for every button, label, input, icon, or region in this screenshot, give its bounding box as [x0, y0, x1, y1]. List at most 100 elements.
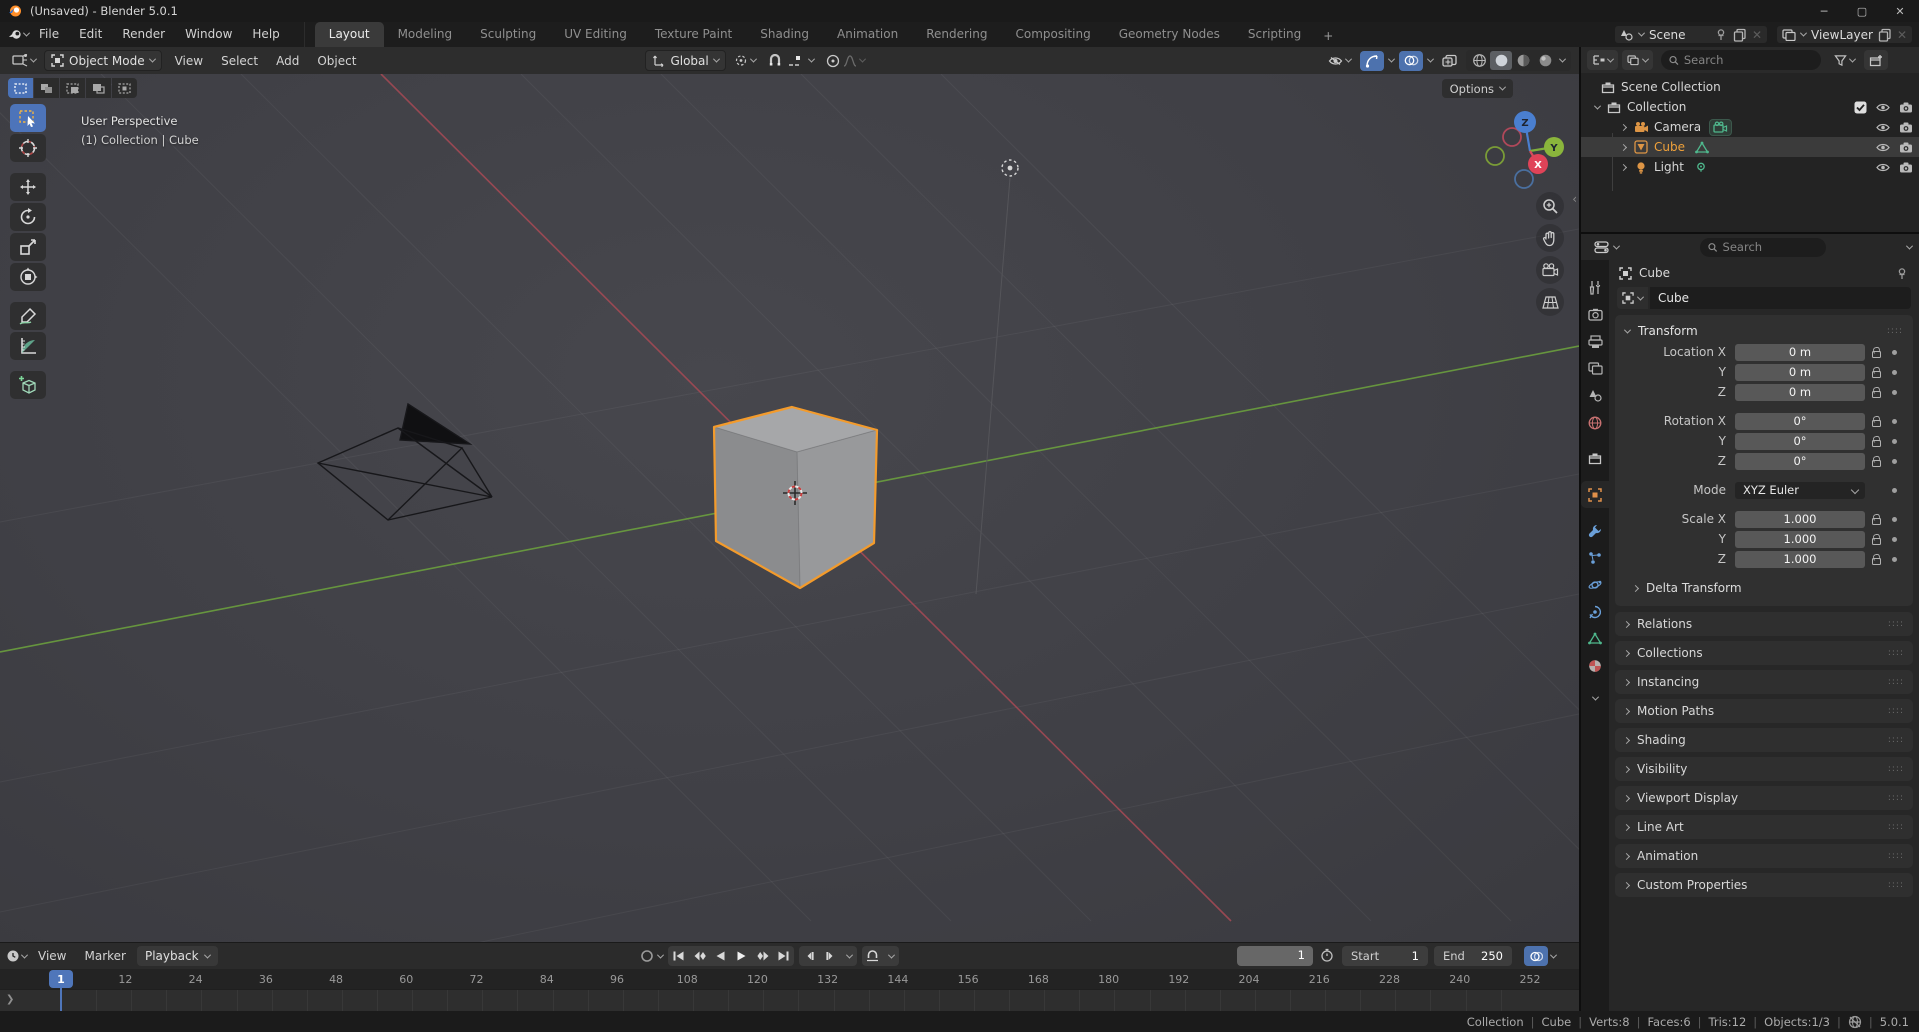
tool-scale[interactable]	[10, 233, 46, 261]
lock-icon[interactable]	[1865, 436, 1887, 447]
collapsed-panel[interactable]: Viewport Display ::::	[1615, 786, 1913, 810]
lock-icon[interactable]	[1865, 387, 1887, 398]
workspace-tab[interactable]: Shading	[746, 22, 823, 47]
timeline-menu-item[interactable]: View	[29, 949, 75, 963]
axis-neg-y-ball[interactable]	[1485, 146, 1505, 166]
workspace-tab[interactable]: UV Editing	[550, 22, 641, 47]
collapsed-panel[interactable]: Instancing ::::	[1615, 670, 1913, 694]
select-invert-button[interactable]	[86, 78, 111, 98]
timeline-overlay-toggle[interactable]	[1524, 946, 1558, 966]
tool-select-box[interactable]	[10, 104, 46, 132]
tab-particles[interactable]	[1581, 544, 1609, 571]
workspace-tab[interactable]: Texture Paint	[641, 22, 746, 47]
row-camera[interactable]: Camera	[1581, 117, 1919, 137]
animate-dot[interactable]	[1892, 438, 1897, 444]
search-input[interactable]	[1683, 53, 1813, 67]
animate-dot[interactable]	[1892, 349, 1897, 355]
tab-output[interactable]	[1581, 328, 1609, 355]
animate-dot[interactable]	[1892, 369, 1897, 375]
row-collection[interactable]: Collection	[1581, 97, 1919, 117]
shading-material-button[interactable]	[1512, 51, 1534, 70]
property-value-field[interactable]: XYZ Euler	[1735, 481, 1865, 499]
lock-icon[interactable]	[1865, 534, 1887, 545]
axis-neg-z-ball[interactable]	[1514, 169, 1534, 189]
proportional-editing-toggle[interactable]	[822, 50, 869, 71]
property-value-field[interactable]: 0°	[1735, 452, 1865, 470]
workspace-tab[interactable]: Geometry Nodes	[1105, 22, 1234, 47]
pivot-point-selector[interactable]	[730, 50, 760, 71]
chevron-down-icon[interactable]	[1426, 55, 1435, 63]
timeline-editor-icon[interactable]	[6, 949, 20, 963]
prev-keyframe-button[interactable]	[689, 946, 710, 966]
jump-to-start-button[interactable]	[668, 946, 689, 966]
workspace-tab[interactable]: Compositing	[1001, 22, 1104, 47]
channel-expand-arrow[interactable]: ❯	[6, 994, 14, 1005]
workspace-tab[interactable]: Scripting	[1234, 22, 1315, 47]
play-button[interactable]	[731, 946, 752, 966]
expand-chevron-icon[interactable]	[1619, 163, 1628, 171]
row-scene-collection[interactable]: Scene Collection	[1581, 77, 1919, 97]
lock-icon[interactable]	[1865, 347, 1887, 358]
expand-chevron-icon[interactable]	[1619, 143, 1628, 151]
topbar-menu-item[interactable]: Render	[112, 22, 175, 47]
close-icon[interactable]: ✕	[1897, 28, 1907, 42]
topbar-menu-item[interactable]: Edit	[69, 22, 112, 47]
collapsed-panel[interactable]: Animation ::::	[1615, 844, 1913, 868]
transform-orientation-selector[interactable]: Global	[645, 50, 726, 71]
add-workspace-button[interactable]: +	[1315, 25, 1341, 47]
breadcrumb-object-name[interactable]: Cube	[1639, 266, 1670, 280]
collapsed-panel[interactable]: Custom Properties ::::	[1615, 873, 1913, 897]
lock-icon[interactable]	[1865, 367, 1887, 378]
search-input[interactable]	[1722, 240, 1818, 254]
timeline-track[interactable]: ❯	[0, 989, 1579, 1011]
tab-world[interactable]	[1581, 409, 1609, 436]
hide-eye-icon[interactable]	[1876, 142, 1890, 153]
play-reverse-button[interactable]	[710, 946, 731, 966]
overlays-toggle[interactable]	[1399, 50, 1423, 71]
tab-scene[interactable]	[1581, 382, 1609, 409]
tab-tool[interactable]	[1581, 274, 1609, 301]
tabstrip-scroll-chevron[interactable]	[1581, 685, 1609, 712]
property-value-field[interactable]: 0°	[1735, 412, 1865, 430]
transform-panel-header[interactable]: Transform ::::	[1615, 320, 1913, 342]
expand-chevron-icon[interactable]	[1619, 123, 1628, 131]
object-name-input[interactable]: Cube	[1650, 287, 1911, 309]
animate-dot[interactable]	[1892, 516, 1897, 522]
hide-eye-icon[interactable]	[1876, 162, 1890, 173]
viewport-menu-item[interactable]: View	[166, 54, 212, 68]
shading-rendered-button[interactable]	[1534, 51, 1556, 70]
tool-measure[interactable]	[10, 332, 46, 360]
light-data-icon[interactable]	[1694, 161, 1708, 174]
step-forward-button[interactable]	[820, 946, 841, 966]
select-extend-button[interactable]	[34, 78, 59, 98]
filter-collection-selector[interactable]	[1622, 50, 1653, 70]
chevron-down-icon[interactable]	[883, 946, 899, 966]
maximize-button[interactable]: ▢	[1843, 0, 1881, 22]
workspace-tab[interactable]: Animation	[823, 22, 912, 47]
collapsed-panel[interactable]: Visibility ::::	[1615, 757, 1913, 781]
lock-icon[interactable]	[1865, 514, 1887, 525]
select-set-button[interactable]	[8, 78, 33, 98]
object-type-selector[interactable]	[1617, 287, 1648, 309]
viewport-canvas[interactable]: User Perspective (1) Collection | Cube O…	[0, 74, 1579, 942]
property-value-field[interactable]: 0 m	[1735, 363, 1865, 381]
chevron-down-icon[interactable]	[841, 946, 857, 966]
stopwatch-icon[interactable]	[1320, 948, 1334, 965]
jump-to-end-button[interactable]	[773, 946, 794, 966]
collapsed-panel[interactable]: Motion Paths ::::	[1615, 699, 1913, 723]
pin-icon[interactable]	[1895, 267, 1909, 280]
next-keyframe-button[interactable]	[752, 946, 773, 966]
animate-dot[interactable]	[1892, 536, 1897, 542]
copy-icon[interactable]	[1733, 28, 1747, 42]
collapsed-panel[interactable]: Line Art ::::	[1615, 815, 1913, 839]
playhead[interactable]: 1	[49, 970, 73, 988]
viewlayer-selector[interactable]: ViewLayer ✕	[1776, 25, 1913, 44]
minimize-button[interactable]: ─	[1805, 0, 1843, 22]
filter-dropdown[interactable]	[1829, 50, 1860, 70]
frame-end-field[interactable]: End 250	[1434, 946, 1512, 966]
property-value-field[interactable]: 1.000	[1735, 510, 1865, 528]
mode-selector[interactable]: Object Mode	[44, 50, 162, 71]
tool-add-cube[interactable]	[10, 371, 46, 399]
zoom-icon[interactable]	[1536, 192, 1564, 220]
collapsed-panel[interactable]: Collections ::::	[1615, 641, 1913, 665]
